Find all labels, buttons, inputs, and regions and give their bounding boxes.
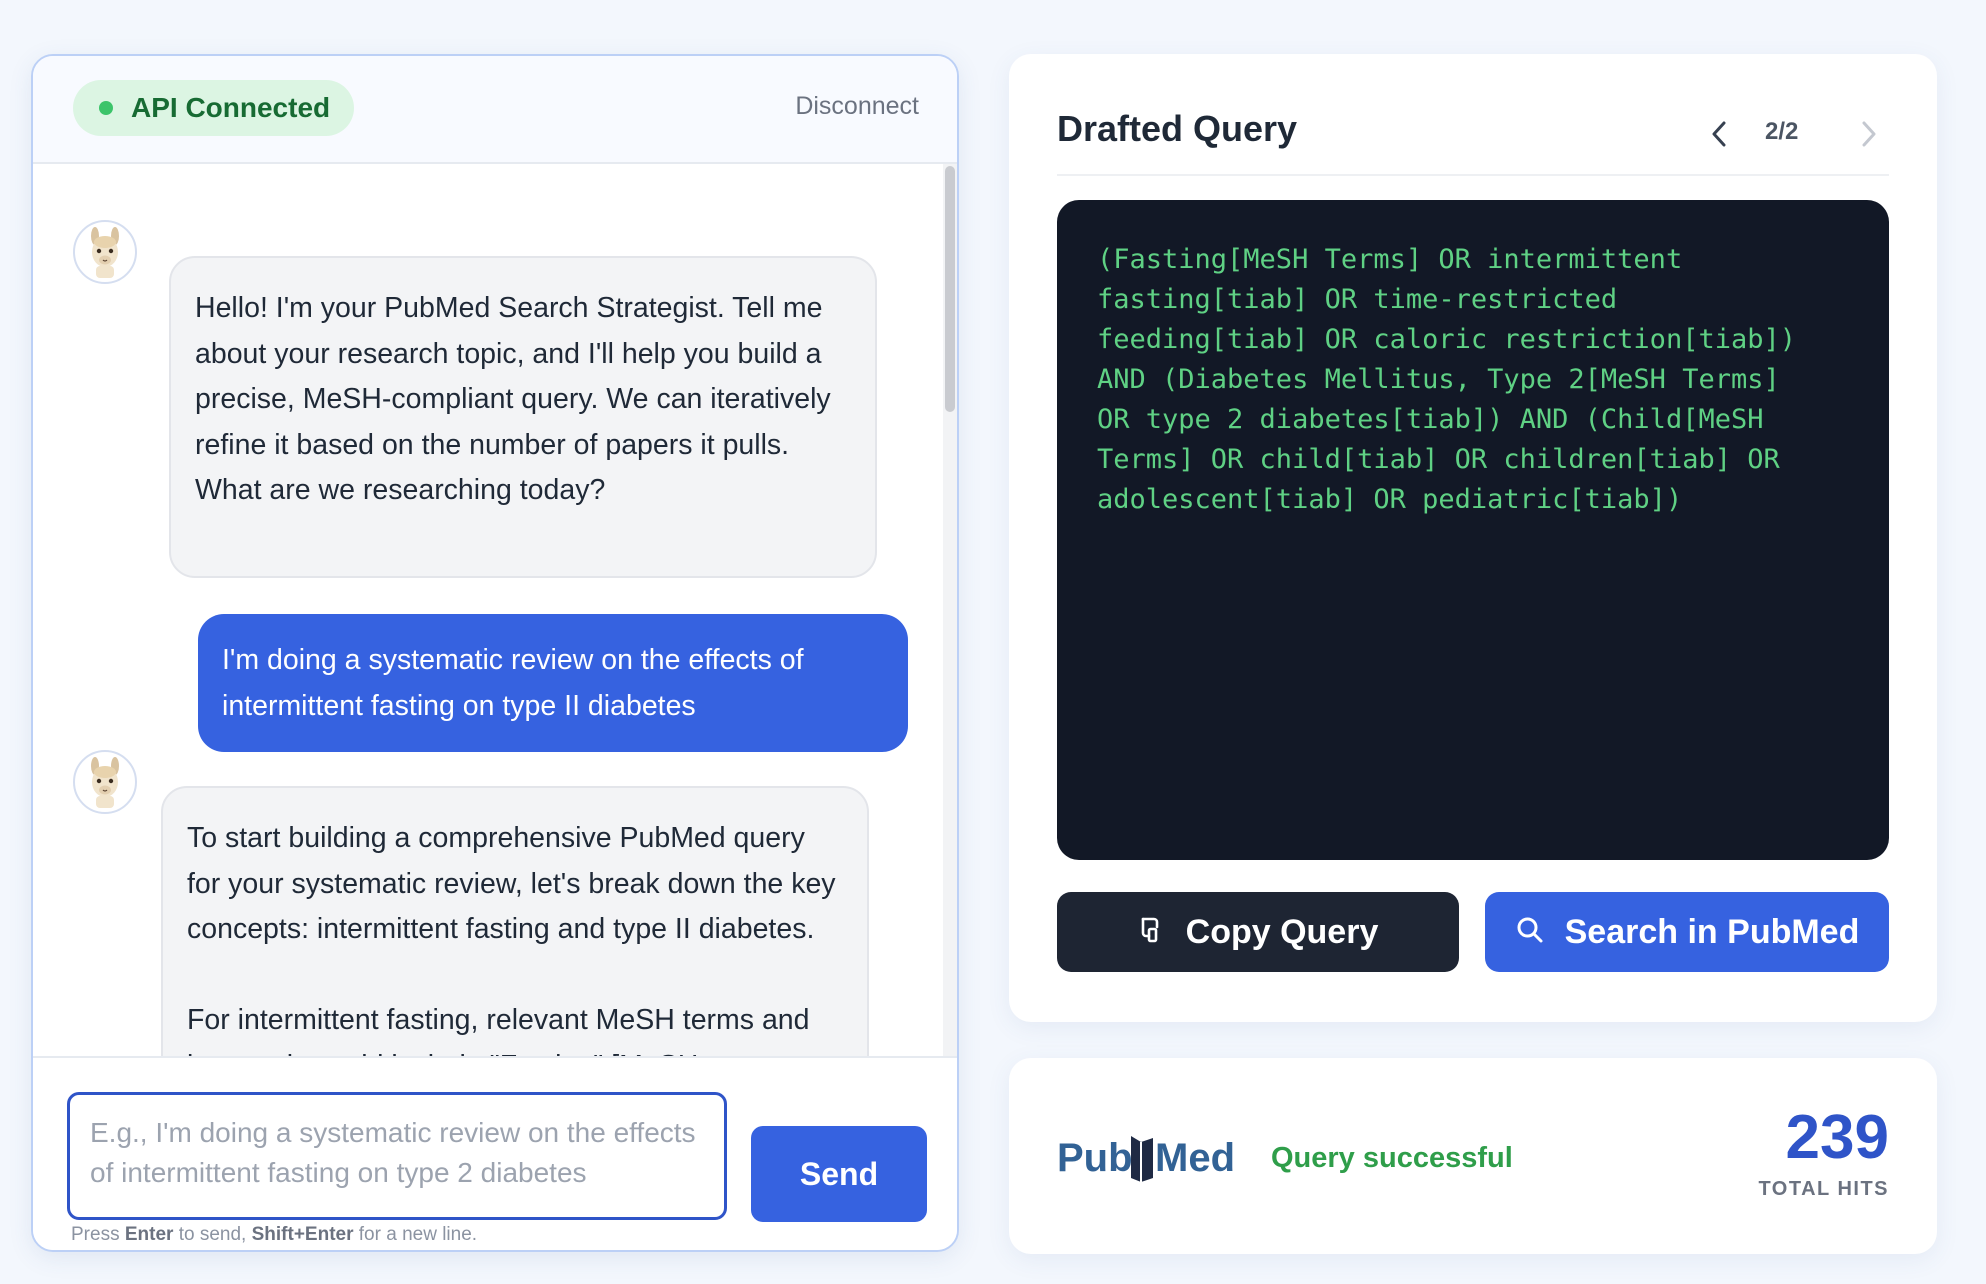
query-panel-title: Drafted Query <box>1057 108 1298 149</box>
divider <box>1057 174 1889 176</box>
status-dot-icon <box>99 101 113 115</box>
assistant-message: To start building a comprehensive PubMed… <box>161 786 869 1056</box>
copy-query-button[interactable]: Copy Query <box>1057 892 1459 972</box>
message-composer: Send Press Enter to send, Shift+Enter fo… <box>33 1056 957 1250</box>
user-message: I'm doing a systematic review on the eff… <box>198 614 908 752</box>
api-status-badge: API Connected <box>73 80 355 136</box>
total-hits-count: 239 <box>1785 1103 1889 1172</box>
llama-avatar-icon <box>73 750 137 814</box>
query-status: Query successful <box>1271 1142 1513 1174</box>
message-text: Hello! I'm your PubMed Search Strategist… <box>195 292 839 506</box>
api-status-text: API Connected <box>131 92 331 123</box>
results-panel: Pub Med Query successful 239 TOTAL HITS <box>1009 1058 1937 1254</box>
query-page-indicator: 2/2 <box>1765 118 1799 145</box>
message-input[interactable] <box>67 1092 727 1220</box>
search-pubmed-label: Search in PubMed <box>1564 912 1860 951</box>
search-icon <box>1515 915 1545 950</box>
copy-query-label: Copy Query <box>1185 912 1379 951</box>
message-text: I'm doing a systematic review on the eff… <box>222 644 812 722</box>
message-text: To start building a comprehensive PubMed… <box>187 822 836 1056</box>
chat-header: API Connected Disconnect <box>33 56 957 164</box>
query-text: (Fasting[MeSH Terms] OR intermittent fas… <box>1097 244 1796 515</box>
total-hits-label: TOTAL HITS <box>1758 1178 1889 1200</box>
chevron-left-icon[interactable] <box>1697 112 1741 156</box>
assistant-message: Hello! I'm your PubMed Search Strategist… <box>169 256 877 578</box>
chat-scrollbar-thumb[interactable] <box>945 166 955 412</box>
disconnect-button[interactable]: Disconnect <box>795 92 919 121</box>
message-list[interactable]: Hello! I'm your PubMed Search Strategist… <box>33 164 945 1056</box>
clipboard-icon <box>1138 915 1166 950</box>
send-button[interactable]: Send <box>751 1126 927 1222</box>
chevron-right-icon <box>1847 112 1891 156</box>
search-pubmed-button[interactable]: Search in PubMed <box>1485 892 1889 972</box>
svg-text:Med: Med <box>1155 1136 1235 1180</box>
svg-text:Pub: Pub <box>1057 1136 1133 1180</box>
query-code-block: (Fasting[MeSH Terms] OR intermittent fas… <box>1057 200 1889 860</box>
pubmed-logo: Pub Med <box>1057 1124 1257 1194</box>
input-hint: Press Enter to send, Shift+Enter for a n… <box>71 1224 478 1245</box>
chat-panel: API Connected Disconnect Hello! I'm your… <box>31 54 959 1252</box>
query-panel: Drafted Query 2/2 (Fasting[MeSH Terms] O… <box>1009 54 1937 1022</box>
llama-avatar-icon <box>73 220 137 284</box>
